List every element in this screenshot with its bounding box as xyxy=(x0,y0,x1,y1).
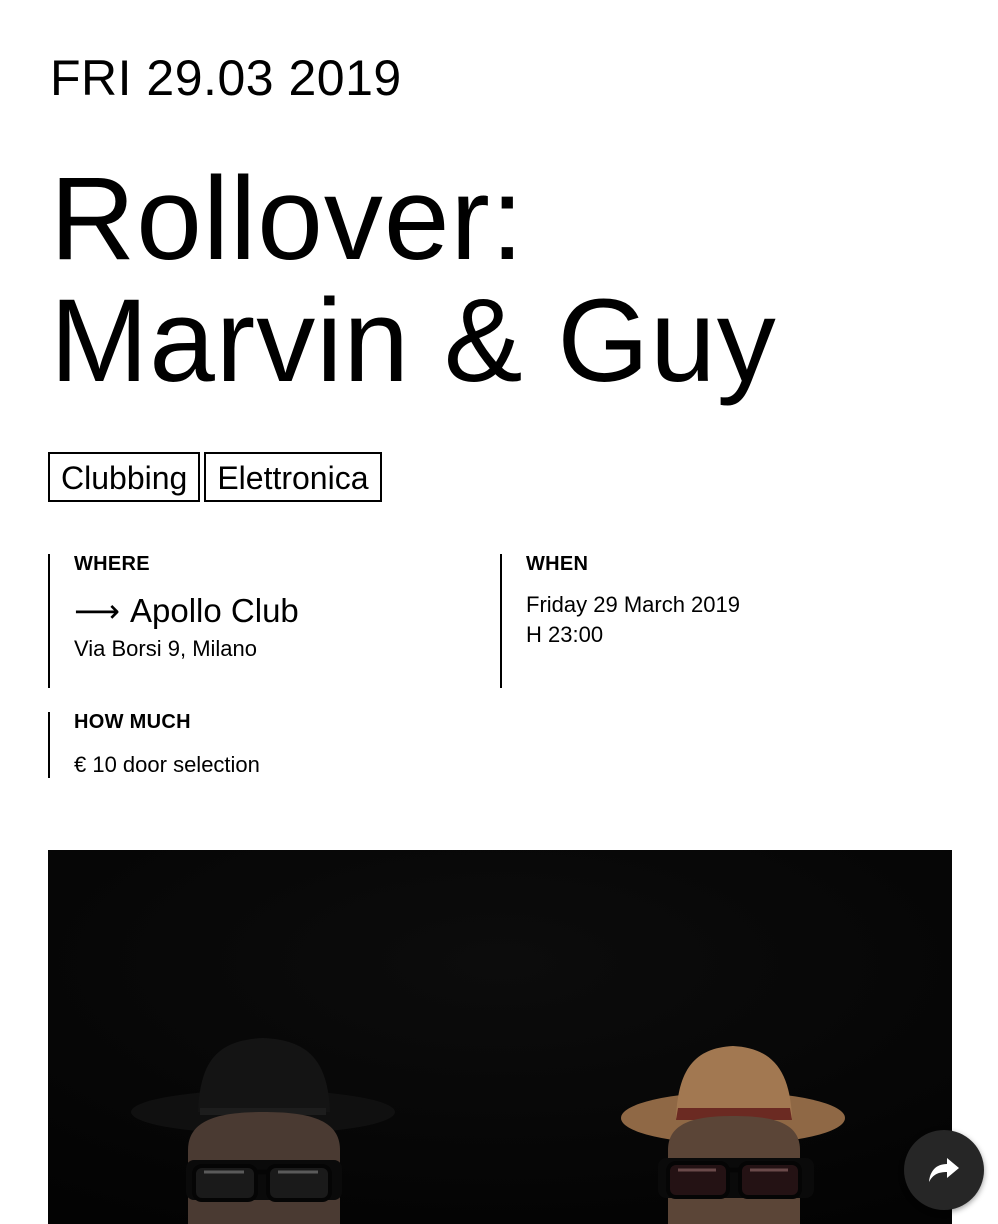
venue-address: Via Borsi 9, Milano xyxy=(74,636,258,661)
where-label: WHERE xyxy=(74,553,150,575)
event-date: FRI 29.03 2019 xyxy=(50,50,402,106)
event-full-date: Friday 29 March 2019 xyxy=(526,592,740,617)
event-page: FRI 29.03 2019 Rollover: Marvin & Guy Cl… xyxy=(0,0,998,1224)
when-section: WHEN Friday 29 March 2019 H 23:00 xyxy=(500,554,930,688)
artists-photo-illustration xyxy=(48,850,952,1224)
tag-clubbing[interactable]: Clubbing xyxy=(48,452,201,502)
event-photo xyxy=(48,850,952,1224)
where-section: WHERE ⟶ Apollo Club Via Borsi 9, Milano xyxy=(48,554,478,688)
price-label: HOW MUCH xyxy=(74,711,191,733)
tag-elettronica[interactable]: Elettronica xyxy=(204,452,382,502)
when-label: WHEN xyxy=(526,553,589,575)
price-section: HOW MUCH € 10 door selection xyxy=(48,712,478,778)
share-button[interactable] xyxy=(904,1130,984,1210)
share-arrow-icon xyxy=(929,1158,959,1182)
event-title: Rollover: Marvin & Guy xyxy=(50,153,777,407)
arrow-right-icon: ⟶ xyxy=(74,593,120,629)
tag-list: Clubbing Elettronica xyxy=(48,452,382,502)
venue-link[interactable]: ⟶ Apollo Club xyxy=(74,592,478,630)
venue-name[interactable]: Apollo Club xyxy=(130,592,299,630)
price-text: € 10 door selection xyxy=(74,752,260,777)
event-time: H 23:00 xyxy=(526,622,604,647)
